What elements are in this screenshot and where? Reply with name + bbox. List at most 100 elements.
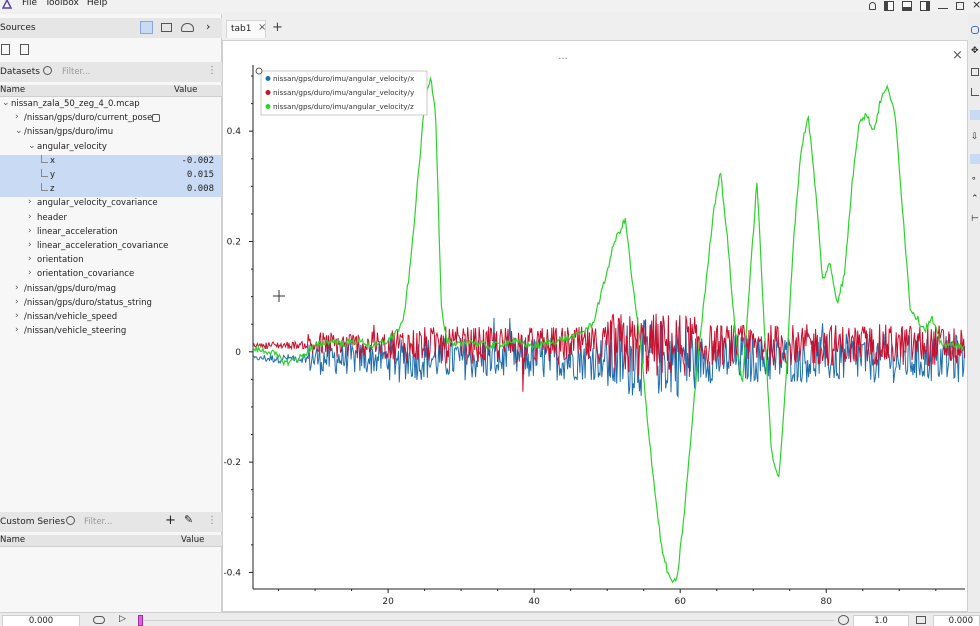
plot-handle-dots[interactable]: ... xyxy=(558,51,568,62)
plot-legend[interactable]: nissan/gps/duro/imu/angular_velocity/xni… xyxy=(255,67,428,116)
chevron-right-icon[interactable]: › xyxy=(28,197,32,207)
file-source-icon[interactable] xyxy=(140,21,153,34)
tree-row-label: linear_acceleration xyxy=(37,226,118,237)
export-data-icon[interactable] xyxy=(20,44,29,55)
tree-row[interactable]: › orientation_covariance xyxy=(0,268,222,282)
tree-row[interactable]: › /nissan/gps/duro/mag xyxy=(0,283,222,297)
close-tab-icon[interactable]: × xyxy=(258,22,266,33)
sidebar: Sources › Datasets Filter... ⋮ Name Valu… xyxy=(0,14,222,612)
time-slider-handle[interactable] xyxy=(138,615,143,626)
close-plot-icon[interactable]: × xyxy=(952,48,963,63)
move-icon[interactable]: ✥ xyxy=(971,46,979,56)
layout-bottom-icon[interactable] xyxy=(902,1,912,11)
tree-row[interactable]: › /nissan/gps/duro/current_pose xyxy=(0,112,222,126)
download-icon[interactable]: ⇩ xyxy=(971,132,979,142)
chevron-right-icon[interactable]: › xyxy=(15,311,19,321)
chevron-right-icon[interactable]: › xyxy=(15,112,19,122)
right-toolbar: ✥ ⇩ ∘ ⌃ ⊢ xyxy=(968,14,980,612)
split-icon[interactable]: ⊢ xyxy=(971,214,979,224)
tree-row-value: -0.002 xyxy=(181,155,214,166)
chevron-right-icon[interactable]: › xyxy=(28,254,32,264)
chevron-right-icon[interactable]: › xyxy=(28,268,32,278)
plot-area[interactable]: ... × 20 40 60 80 0.4 0.2 0 -0.2 -0.4 nissan/gps… xyxy=(222,40,968,612)
chart-icon[interactable] xyxy=(971,88,979,96)
legend-marker xyxy=(265,104,271,109)
y-tick-label: 0.4 xyxy=(227,127,242,137)
grid-icon[interactable] xyxy=(971,68,979,76)
menu-file[interactable]: File xyxy=(22,0,37,8)
add-tab-icon[interactable]: + xyxy=(272,20,283,35)
custom-series-filter-input[interactable]: Filter... xyxy=(84,515,154,529)
tree-row[interactable]: › orientation xyxy=(0,254,222,268)
more-vertical-icon[interactable]: ⋮ xyxy=(207,65,217,76)
chevron-down-icon[interactable]: ⌄ xyxy=(28,141,36,151)
time-slider-track[interactable] xyxy=(144,620,834,621)
maximize-icon[interactable] xyxy=(956,2,964,10)
add-icon[interactable]: + xyxy=(165,513,176,528)
tree-row[interactable]: › /nissan/vehicle_steering xyxy=(0,325,222,339)
ruler-icon[interactable] xyxy=(970,154,980,164)
cube-icon xyxy=(152,114,160,123)
speed-field[interactable]: 1.0 xyxy=(853,615,909,626)
close-window-icon[interactable]: × xyxy=(972,0,980,11)
sources-title: Sources xyxy=(0,23,36,33)
bell-icon[interactable] xyxy=(869,2,876,10)
chevron-down-icon[interactable]: ⌄ xyxy=(2,98,10,108)
tree-row[interactable]: ⌄ nissan_zala_50_zeg_4_0.mcap xyxy=(0,98,222,112)
cloud-source-icon[interactable] xyxy=(181,23,194,32)
import-data-icon[interactable] xyxy=(1,44,10,55)
play-icon[interactable]: ▷ xyxy=(119,614,126,624)
time-offset-field[interactable]: 0.000 xyxy=(933,615,980,626)
tree-row-label: y xyxy=(50,170,56,180)
link-icon[interactable] xyxy=(971,26,979,34)
chevron-right-icon[interactable]: › xyxy=(206,20,210,33)
tree-row[interactable]: y 0.015 xyxy=(0,169,222,183)
legend-entry[interactable]: nissan/gps/duro/imu/angular_velocity/y xyxy=(273,88,415,97)
nodes-icon[interactable]: ∘ xyxy=(971,174,977,184)
chevron-right-icon[interactable]: › xyxy=(28,240,32,250)
tree-row[interactable]: › linear_acceleration xyxy=(0,226,222,240)
edit-pencil-icon[interactable]: ✎ xyxy=(184,513,193,526)
chevron-right-icon[interactable]: › xyxy=(15,283,19,293)
chevron-right-icon[interactable]: › xyxy=(15,325,19,335)
zoom-icon[interactable] xyxy=(970,110,980,120)
layout-left-icon[interactable] xyxy=(884,1,894,11)
chevron-right-icon[interactable]: › xyxy=(15,297,19,307)
tree-row[interactable]: ⌄/nissan/gps/duro/imu xyxy=(0,126,222,140)
menu-toolbox[interactable]: Toolbox xyxy=(45,0,79,8)
legend-entry[interactable]: nissan/gps/duro/imu/angular_velocity/x xyxy=(273,74,415,83)
tab-bar: tab1 × + xyxy=(222,18,980,40)
stream-source-icon[interactable] xyxy=(161,23,172,32)
datasets-filter-input[interactable]: Filter... xyxy=(62,65,192,79)
tree-row[interactable]: › linear_acceleration_covariance xyxy=(0,240,222,254)
y-tick-label: -0.4 xyxy=(223,568,241,578)
plot-canvas[interactable]: ... × 20 40 60 80 0.4 0.2 0 -0.2 -0.4 nissan/gps… xyxy=(223,41,967,611)
x-tick-label: 60 xyxy=(674,597,686,607)
tree-row-label: /nissan/gps/duro/status_string xyxy=(24,297,152,308)
loop-icon[interactable] xyxy=(93,616,105,624)
tree-row[interactable]: x -0.002 xyxy=(0,154,222,169)
more-vertical-icon[interactable]: ⋮ xyxy=(207,515,217,526)
tree-row[interactable]: › /nissan/vehicle_speed xyxy=(0,311,222,325)
tree-row[interactable]: › /nissan/gps/duro/status_string xyxy=(0,297,222,311)
step-icon[interactable] xyxy=(916,616,926,624)
legend-entry[interactable]: nissan/gps/duro/imu/angular_velocity/z xyxy=(273,102,414,111)
datasets-column-header: Name Value xyxy=(0,85,222,97)
tree-row[interactable]: › header xyxy=(0,212,222,226)
tree-row[interactable]: z 0.008 xyxy=(0,183,222,198)
tab-tab1[interactable]: tab1 × xyxy=(226,20,266,38)
chevron-down-icon[interactable]: ⌄ xyxy=(15,126,23,136)
layout-right-icon[interactable] xyxy=(920,1,930,11)
menu-help[interactable]: Help xyxy=(87,0,108,8)
tree-row-label: /nissan/gps/duro/mag xyxy=(24,283,117,294)
current-time-field[interactable]: 0.000 xyxy=(2,615,80,626)
plot-series xyxy=(252,76,966,584)
legend-handle-icon[interactable] xyxy=(255,67,263,75)
tree-row[interactable]: › angular_velocity_covariance xyxy=(0,197,222,211)
chevron-right-icon[interactable]: › xyxy=(28,226,32,236)
speed-icon[interactable] xyxy=(838,615,849,625)
collapse-up-icon[interactable]: ⌃ xyxy=(971,194,979,204)
minimize-icon[interactable] xyxy=(938,3,948,9)
tree-row[interactable]: ⌄ angular_velocity xyxy=(0,141,222,155)
chevron-right-icon[interactable]: › xyxy=(28,212,32,222)
